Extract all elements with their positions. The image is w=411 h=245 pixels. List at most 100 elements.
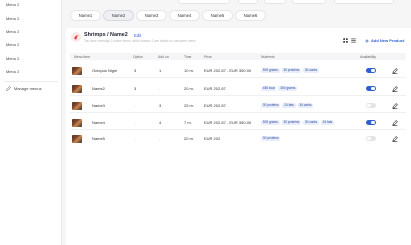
item-price: EUR 202.87 - EUR 350.00 <box>204 120 252 126</box>
availability-toggle[interactable] <box>366 135 376 142</box>
item-time: 7 m. <box>184 120 192 126</box>
table-row[interactable]: Name4 - 4 7 m. EUR 202.87 - EUR 350.00 5… <box>70 116 406 130</box>
edit-pencil-icon[interactable] <box>392 135 398 142</box>
grid-view-icon[interactable] <box>343 38 348 43</box>
nutrient-chips: 30 proteins 24 fats 34 carbs <box>261 102 314 109</box>
tab-name6[interactable]: Name6 <box>235 10 266 21</box>
manage-menus-button[interactable]: Manage menus <box>6 86 42 91</box>
sidebar-menu-item[interactable]: Menu 2 <box>6 42 19 47</box>
nutrient-chips: 30 proteins <box>261 135 281 142</box>
column-header-nutrients: Nutrients <box>261 54 275 59</box>
column-header-option: Option <box>133 54 143 59</box>
column-header-time: Time <box>184 54 192 59</box>
top-toolbar-segment <box>238 0 258 4</box>
sidebar-menu-item[interactable]: Menu 2 <box>6 56 19 61</box>
item-option: 3 <box>134 86 137 92</box>
add-new-product-label: Add New Product <box>371 38 405 43</box>
edit-pencil-icon[interactable] <box>392 85 398 92</box>
item-price: EUR 202.87 - EUR 350.00 <box>204 68 252 74</box>
dish-thumbnail <box>72 135 82 143</box>
sidebar-menu-item[interactable]: Menu 2 <box>6 69 19 74</box>
item-addon: - <box>159 136 161 142</box>
list-view-icon[interactable] <box>351 38 356 43</box>
table-row[interactable]: Name2 3 - 20 m. EUR 202.87 450 kcal 300 … <box>70 82 406 96</box>
item-name: Name5 <box>92 136 105 142</box>
tab-name4[interactable]: Name4 <box>169 10 200 21</box>
nutrient-chips: 500 grams 30 proteins 30 carbs 24 fats <box>261 119 335 126</box>
dish-thumbnail <box>72 85 82 93</box>
row-divider <box>70 95 406 96</box>
pencil-icon <box>6 86 11 91</box>
item-price: EUR 202 <box>204 136 221 142</box>
item-option: 3 <box>134 68 137 74</box>
nutrient-chip: 24 fats <box>320 119 335 126</box>
availability-toggle[interactable] <box>366 119 376 126</box>
menu-tabs: Name1 Name2 Name3 Name4 Name5 Name6 <box>70 10 266 21</box>
table-row[interactable]: Name5 - - 20 m. EUR 202 30 proteins <box>70 132 406 146</box>
manage-menus-label: Manage menus <box>14 86 42 91</box>
dish-thumbnail <box>72 119 82 127</box>
add-new-product-button[interactable]: Add New Product <box>365 38 404 43</box>
tab-name3[interactable]: Name3 <box>136 10 167 21</box>
item-addon: 3 <box>159 103 162 109</box>
availability-toggle[interactable] <box>366 85 376 92</box>
column-header-menu-item: Menu Item <box>74 54 91 59</box>
nutrient-chip: 30 carbs <box>303 67 319 74</box>
nutrient-chip: 34 carbs <box>297 102 314 109</box>
breadcrumb: Shrimps / Name2 <box>84 32 128 38</box>
availability-toggle[interactable] <box>366 67 376 74</box>
dish-thumbnail <box>72 102 82 110</box>
sidebar-menu-item[interactable]: Menu 2 <box>6 29 19 34</box>
shrimp-icon <box>71 32 81 42</box>
sidebar-menu-item[interactable]: Menu 2 <box>6 16 19 21</box>
column-header-price: Price <box>204 54 212 59</box>
item-time: 25 m. <box>184 103 195 109</box>
tab-name5[interactable]: Name5 <box>202 10 233 21</box>
edit-pencil-icon[interactable] <box>392 119 398 126</box>
top-toolbar-segment <box>334 0 394 4</box>
nutrient-chip: 300 grams <box>278 85 298 92</box>
sidebar-menu-item[interactable]: Menu 2 <box>6 2 19 7</box>
top-toolbar-segment <box>264 0 286 4</box>
row-divider <box>70 77 406 78</box>
nutrient-chips: 500 grams 30 proteins 30 carbs <box>261 67 319 74</box>
page-subtitle: Tan deze onmoltje 2 online items, which … <box>84 39 196 43</box>
item-time: 10 m. <box>184 68 195 74</box>
nutrient-chip: 30 proteins <box>281 67 302 74</box>
availability-toggle[interactable] <box>366 102 376 109</box>
table-row[interactable]: Octopus Nigiri 3 1 10 m. EUR 202.87 - EU… <box>70 64 406 78</box>
item-price: EUR 202.87 <box>204 86 226 92</box>
item-time: 20 m. <box>184 136 195 142</box>
column-header-availability: Availability <box>360 54 376 59</box>
plus-icon <box>365 38 369 43</box>
item-name: Octopus Nigiri <box>92 68 118 74</box>
item-addon: 1 <box>159 68 162 74</box>
main-panel: Shrimps / Name2 Edit Tan deze onmoltje 2… <box>66 28 411 245</box>
item-name: Name4 <box>92 120 105 126</box>
top-toolbar-segment <box>292 0 326 4</box>
nutrient-chip: 500 grams <box>261 67 280 74</box>
edit-pencil-icon[interactable] <box>392 67 398 74</box>
item-addon: - <box>159 86 161 92</box>
item-addon: 4 <box>159 120 162 126</box>
edit-link[interactable]: Edit <box>134 33 141 38</box>
sidebar: Menu 2 Menu 2 Menu 2 Menu 2 Menu 2 Menu … <box>0 0 62 245</box>
tab-name2[interactable]: Name2 <box>103 10 134 21</box>
sidebar-divider <box>4 81 58 82</box>
row-divider <box>70 129 406 130</box>
nutrient-chip: 450 kcal <box>261 85 277 92</box>
table-header: Menu Item Option Add on Time Price Nutri… <box>70 53 406 60</box>
item-name: Name3 <box>92 103 105 109</box>
nutrient-chip: 30 proteins <box>261 135 281 142</box>
top-toolbar-segment <box>178 0 230 4</box>
nutrient-chip: 500 grams <box>261 119 280 126</box>
row-divider <box>70 112 406 113</box>
nutrient-chip: 30 proteins <box>281 119 302 126</box>
nutrient-chip: 30 carbs <box>303 119 319 126</box>
nutrient-chip: 30 proteins <box>261 102 281 109</box>
table-row[interactable]: Name3 - 3 25 m. EUR 202.87 30 proteins 2… <box>70 99 406 113</box>
nutrient-chips: 450 kcal 300 grams <box>261 85 298 92</box>
tab-name1[interactable]: Name1 <box>70 10 101 21</box>
column-header-add-on: Add on <box>158 54 169 59</box>
edit-pencil-icon[interactable] <box>392 102 398 109</box>
